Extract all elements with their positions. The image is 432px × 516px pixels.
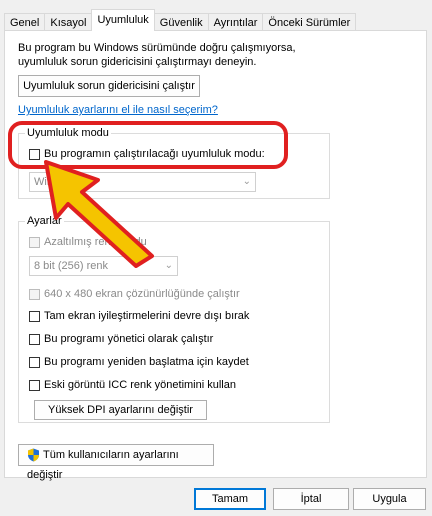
all-users-button[interactable]: Tüm kullanıcıların ayarlarını değiştir <box>18 444 214 481</box>
legacy-icc-checkbox[interactable] <box>29 379 40 391</box>
register-restart-checkbox[interactable] <box>29 356 40 368</box>
apply-button[interactable]: Uygula <box>353 488 426 510</box>
intro-text: Bu program bu Windows sürümünde doğru ça… <box>18 42 296 68</box>
legacy-icc-label: Eski görüntü ICC renk yönetimini kullan <box>44 379 236 391</box>
reduced-color-checkbox[interactable] <box>29 236 40 248</box>
tab-security[interactable]: Güvenlik <box>153 13 209 31</box>
chevron-down-icon: ⌄ <box>242 176 251 187</box>
color-depth-select[interactable]: 8 bit (256) renk ⌄ <box>29 256 178 276</box>
reduced-color-row[interactable]: Azaltılmış renk modu <box>29 236 147 248</box>
compat-mode-select-value: Windo <box>34 176 66 188</box>
high-dpi-button[interactable]: Yüksek DPI ayarlarını değiştir <box>34 400 207 420</box>
cancel-button[interactable]: İptal <box>273 488 349 510</box>
settings-group: Ayarlar Azaltılmış renk modu 8 bit (256)… <box>18 214 330 423</box>
low-res-row[interactable]: 640 x 480 ekran çözünürlüğünde çalıştır <box>29 288 240 300</box>
compat-mode-row[interactable]: Bu programın çalıştırılacağı uyumluluk m… <box>29 148 265 160</box>
run-as-admin-label: Bu programı yönetici olarak çalıştır <box>44 333 214 345</box>
tab-details[interactable]: Ayrıntılar <box>207 13 264 31</box>
disable-fullscreen-row[interactable]: Tam ekran iyileştirmelerini devre dışı b… <box>29 310 249 322</box>
compat-mode-group-title: Uyumluluk modu <box>25 126 111 140</box>
tab-shortcut[interactable]: Kısayol <box>44 13 93 31</box>
compat-mode-select[interactable]: Windo ⌄ <box>29 172 256 192</box>
properties-dialog: Genel Kısayol Uyumluluk Güvenlik Ayrıntı… <box>0 0 432 516</box>
tab-compatibility[interactable]: Uyumluluk <box>91 9 155 31</box>
compat-mode-label: Bu programın çalıştırılacağı uyumluluk m… <box>44 148 265 160</box>
ok-button[interactable]: Tamam <box>194 488 266 510</box>
compat-mode-checkbox[interactable] <box>29 148 40 160</box>
reduced-color-label: Azaltılmış renk modu <box>44 236 147 248</box>
legacy-icc-row[interactable]: Eski görüntü ICC renk yönetimini kullan <box>29 379 236 391</box>
color-depth-select-value: 8 bit (256) renk <box>34 260 108 272</box>
tab-general[interactable]: Genel <box>4 13 46 31</box>
tab-previous-versions[interactable]: Önceki Sürümler <box>262 13 357 31</box>
run-as-admin-checkbox[interactable] <box>29 333 40 345</box>
low-res-label: 640 x 480 ekran çözünürlüğünde çalıştır <box>44 288 240 300</box>
tab-strip: Genel Kısayol Uyumluluk Güvenlik Ayrıntı… <box>4 9 357 31</box>
chevron-down-icon: ⌄ <box>164 260 173 271</box>
run-troubleshooter-button[interactable]: Uyumluluk sorun gidericisini çalıştır <box>18 75 200 97</box>
disable-fullscreen-checkbox[interactable] <box>29 310 40 322</box>
low-res-checkbox[interactable] <box>29 288 40 300</box>
register-restart-label: Bu programı yeniden başlatma için kaydet <box>44 356 249 368</box>
compatibility-panel: Bu program bu Windows sürümünde doğru ça… <box>4 30 427 481</box>
manual-settings-link[interactable]: Uyumluluk ayarlarını el ile nasıl seçeri… <box>18 104 218 116</box>
disable-fullscreen-label: Tam ekran iyileştirmelerini devre dışı b… <box>44 310 250 322</box>
run-as-admin-row[interactable]: Bu programı yönetici olarak çalıştır <box>29 333 213 345</box>
register-restart-row[interactable]: Bu programı yeniden başlatma için kaydet <box>29 356 249 368</box>
compat-mode-group: Uyumluluk modu Bu programın çalıştırılac… <box>18 126 330 199</box>
settings-group-title: Ayarlar <box>25 214 64 228</box>
all-users-button-label: Tüm kullanıcıların ayarlarını değiştir <box>27 449 179 481</box>
uac-shield-icon <box>28 448 39 462</box>
